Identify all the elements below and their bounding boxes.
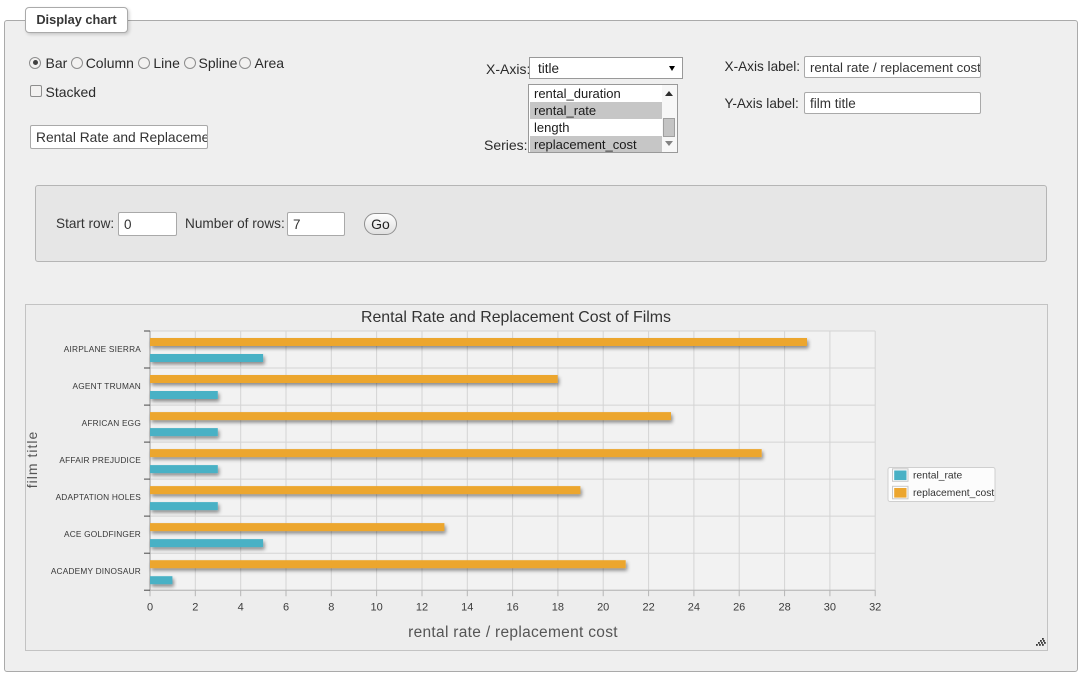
- svg-text:AFFAIR PREJUDICE: AFFAIR PREJUDICE: [59, 455, 141, 465]
- svg-text:6: 6: [283, 602, 289, 614]
- svg-text:20: 20: [597, 602, 609, 614]
- svg-text:16: 16: [506, 602, 518, 614]
- svg-text:rental rate / replacement cost: rental rate / replacement cost: [408, 624, 618, 641]
- svg-text:32: 32: [869, 602, 881, 614]
- svg-text:Rental Rate and Replacement Co: Rental Rate and Replacement Cost of Film…: [361, 309, 671, 326]
- svg-text:ACADEMY DINOSAUR: ACADEMY DINOSAUR: [51, 566, 141, 576]
- svg-text:ACE GOLDFINGER: ACE GOLDFINGER: [64, 529, 141, 539]
- svg-text:26: 26: [733, 602, 745, 614]
- svg-text:12: 12: [416, 602, 428, 614]
- svg-text:0: 0: [147, 602, 153, 614]
- svg-text:ADAPTATION HOLES: ADAPTATION HOLES: [56, 492, 142, 502]
- svg-text:8: 8: [328, 602, 334, 614]
- svg-text:14: 14: [461, 602, 473, 614]
- svg-text:4: 4: [238, 602, 244, 614]
- svg-text:film title: film title: [26, 431, 40, 488]
- svg-text:replacement_cost: replacement_cost: [913, 488, 994, 499]
- svg-text:AIRPLANE SIERRA: AIRPLANE SIERRA: [64, 344, 142, 354]
- svg-text:18: 18: [552, 602, 564, 614]
- svg-text:rental_rate: rental_rate: [913, 470, 963, 481]
- svg-text:30: 30: [824, 602, 836, 614]
- svg-text:2: 2: [192, 602, 198, 614]
- svg-text:22: 22: [642, 602, 654, 614]
- svg-text:28: 28: [778, 602, 790, 614]
- svg-text:AFRICAN EGG: AFRICAN EGG: [82, 418, 141, 428]
- svg-text:AGENT TRUMAN: AGENT TRUMAN: [73, 381, 141, 391]
- svg-text:10: 10: [370, 602, 382, 614]
- svg-text:24: 24: [688, 602, 700, 614]
